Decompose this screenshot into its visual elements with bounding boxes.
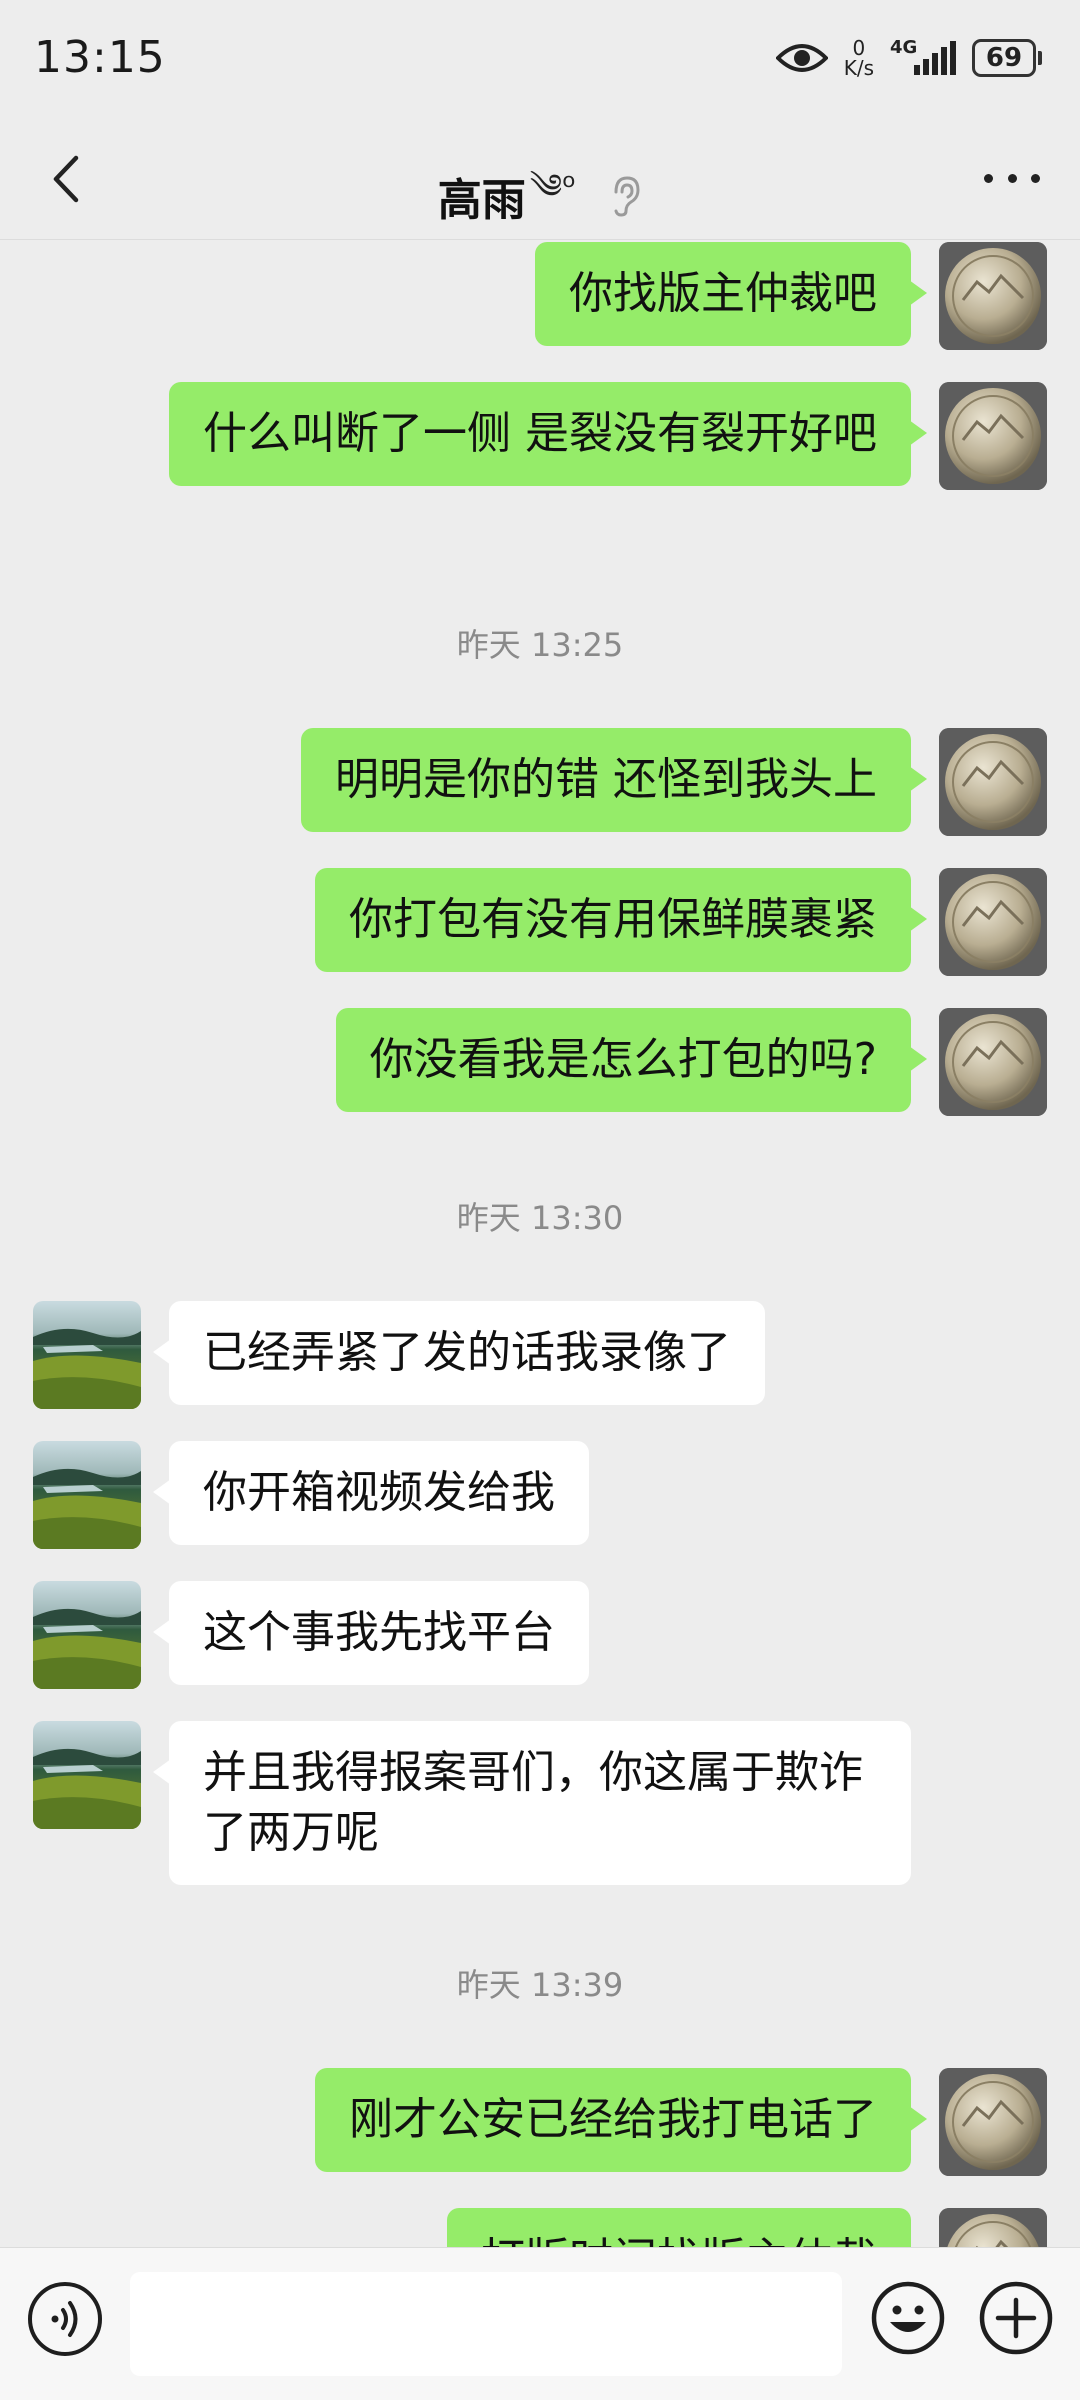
sent-message-bubble[interactable]: 你打包有没有用保鲜膜裹紧 xyxy=(315,868,927,972)
more-button[interactable] xyxy=(984,158,1040,198)
status-icons: 0 K/s 4G 69 xyxy=(775,32,1042,84)
voice-icon xyxy=(51,2301,78,2337)
status-bar: 13:15 0 K/s 4G 69 xyxy=(0,0,1080,118)
sent-message-bubble[interactable]: 什么叫断了一侧 是裂没有裂开好吧 xyxy=(169,382,927,486)
message-input[interactable] xyxy=(130,2272,842,2376)
coin-avatar-image xyxy=(939,1008,1047,1116)
my-avatar[interactable] xyxy=(939,1008,1047,1116)
sent-message-bubble[interactable]: 打版时间找版主仲裁 xyxy=(447,2208,927,2247)
my-avatar[interactable] xyxy=(939,382,1047,490)
input-bar xyxy=(0,2247,1080,2400)
sent-message-bubble[interactable]: 你没看我是怎么打包的吗? xyxy=(335,1008,928,1112)
net-speed-unit: K/s xyxy=(843,56,874,80)
contact-avatar[interactable] xyxy=(33,1581,141,1689)
landscape-avatar-image xyxy=(33,1441,141,1549)
contact-avatar[interactable] xyxy=(33,1721,141,1829)
received-message-bubble[interactable]: 这个事我先找平台 xyxy=(153,1581,589,1685)
coin-avatar-image xyxy=(939,2208,1047,2247)
emoji-icon[interactable] xyxy=(870,2280,946,2356)
timestamp: 昨天 13:39 xyxy=(456,1966,624,2004)
landscape-avatar-image xyxy=(33,1581,141,1689)
more-dot xyxy=(984,173,993,183)
plus-icon[interactable] xyxy=(978,2280,1054,2356)
landscape-avatar-image xyxy=(33,1301,141,1409)
status-time: 13:15 xyxy=(34,32,166,83)
more-dot xyxy=(1007,173,1017,183)
coin-avatar-image xyxy=(939,382,1047,490)
coin-avatar-image xyxy=(939,2068,1047,2176)
more-dot xyxy=(1031,173,1040,183)
timestamp: 昨天 13:25 xyxy=(456,626,624,664)
chat-screen: 13:15 0 K/s 4G 69 高雨 ༄ᵒ 你找版主仲裁吧 什么叫断了一侧 … xyxy=(0,0,1080,2400)
coin-avatar-image xyxy=(939,868,1047,976)
contact-avatar[interactable] xyxy=(33,1301,141,1409)
my-avatar[interactable] xyxy=(939,2208,1047,2247)
sent-message-bubble[interactable]: 刚才公安已经给我打电话了 xyxy=(315,2068,927,2172)
message-list[interactable]: 你找版主仲裁吧 什么叫断了一侧 是裂没有裂开好吧 昨天 13:25 明明是你的错… xyxy=(0,240,1080,2247)
chat-title: 高雨 ༄ᵒ xyxy=(0,148,1080,244)
coin-avatar-image xyxy=(939,728,1047,836)
battery-level: 69 xyxy=(972,39,1036,77)
network-type: 4G xyxy=(890,37,918,58)
contact-name: 高雨 xyxy=(437,175,526,226)
sent-message-bubble[interactable]: 明明是你的错 还怪到我头上 xyxy=(301,728,927,832)
net-speed: 0 K/s xyxy=(844,38,874,78)
sent-message-bubble[interactable]: 你找版主仲裁吧 xyxy=(535,242,927,346)
voice-button[interactable] xyxy=(28,2282,102,2356)
battery-icon: 69 xyxy=(972,39,1042,77)
my-avatar[interactable] xyxy=(939,2068,1047,2176)
my-avatar[interactable] xyxy=(939,242,1047,350)
signal-icon: 4G xyxy=(890,37,956,75)
timestamp: 昨天 13:30 xyxy=(456,1199,624,1237)
my-avatar[interactable] xyxy=(939,868,1047,976)
chat-header: 高雨 ༄ᵒ xyxy=(0,118,1080,240)
received-message-bubble[interactable]: 并且我得报案哥们，你这属于欺诈了两万呢 xyxy=(153,1721,911,1885)
my-avatar[interactable] xyxy=(939,728,1047,836)
ear-icon xyxy=(614,176,640,217)
net-speed-value: 0 xyxy=(852,36,866,60)
eye-icon xyxy=(775,44,828,72)
coin-avatar-image xyxy=(939,242,1047,350)
landscape-avatar-image xyxy=(33,1721,141,1829)
received-message-bubble[interactable]: 已经弄紧了发的话我录像了 xyxy=(153,1301,765,1405)
received-message-bubble[interactable]: 你开箱视频发给我 xyxy=(153,1441,589,1545)
name-decoration: ༄ᵒ xyxy=(529,167,577,207)
contact-avatar[interactable] xyxy=(33,1441,141,1549)
